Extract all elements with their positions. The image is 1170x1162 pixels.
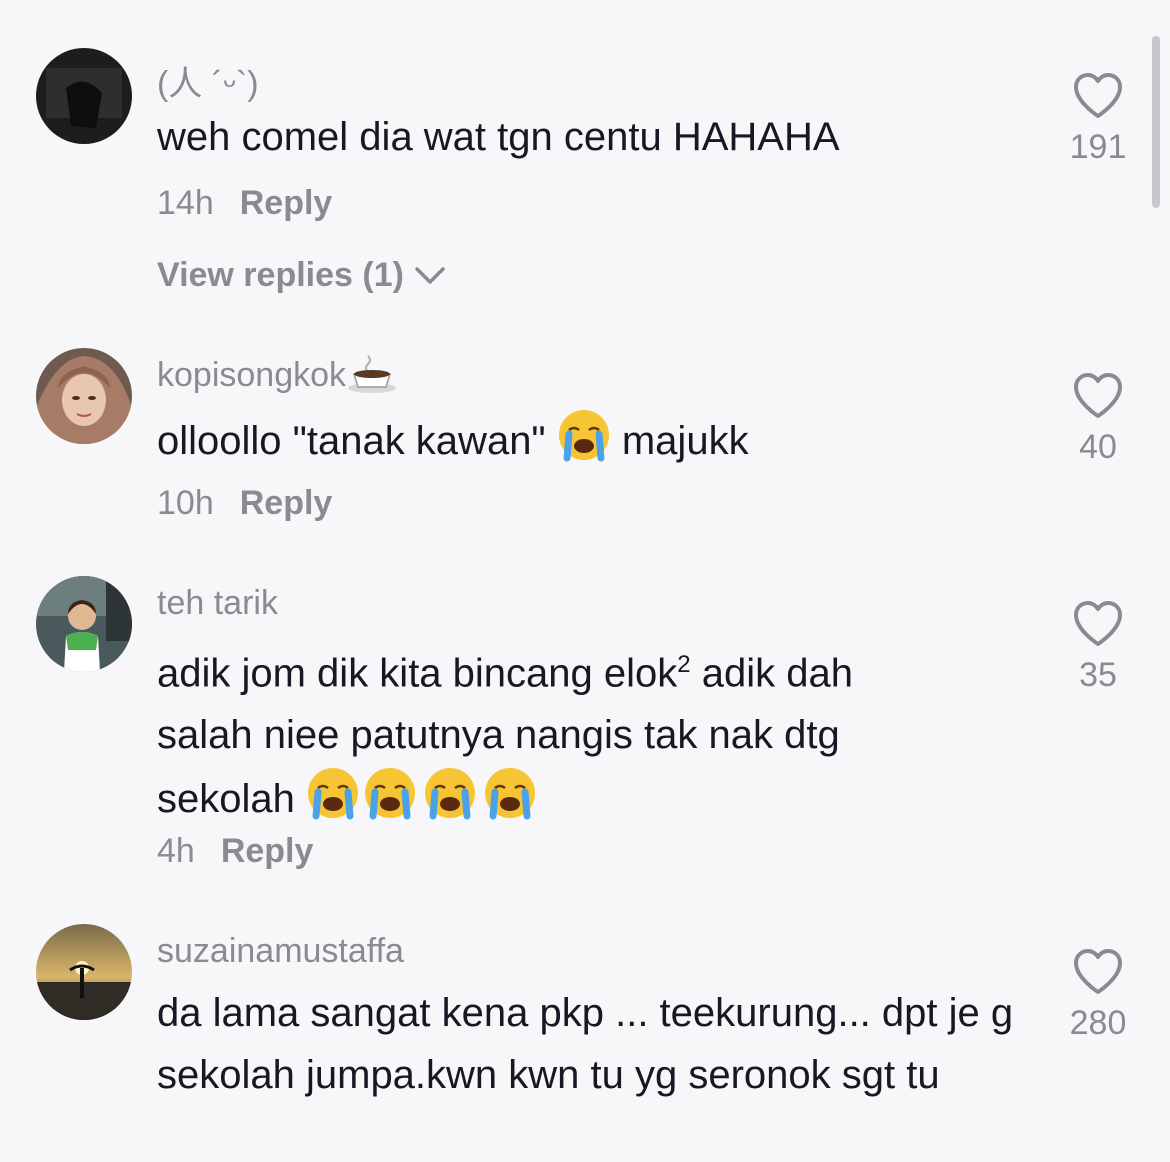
avatar[interactable] (36, 576, 132, 672)
reply-button[interactable]: Reply (240, 484, 333, 522)
comment-username[interactable]: kopisongkok (157, 354, 398, 395)
crying-face-emoji (364, 768, 415, 820)
crying-face-emoji (424, 768, 475, 820)
like-count: 280 (1069, 1004, 1127, 1042)
like-button[interactable]: 35 (1055, 600, 1141, 695)
coffee-cup-icon (348, 355, 397, 393)
heart-icon (1074, 373, 1122, 418)
avatar[interactable] (36, 924, 132, 1020)
comment-username[interactable]: (人 ´ᵕ`) (157, 56, 259, 105)
comment-text-line: sekolah (157, 766, 1037, 830)
avatar[interactable] (36, 348, 132, 444)
comment-meta: 14h Reply (157, 184, 332, 223)
scrollbar[interactable] (1152, 36, 1160, 208)
comment-time: 14h (157, 184, 214, 222)
comment-text-line: salah niee patutnya nangis tak nak dtg (157, 713, 840, 758)
comment-username[interactable]: teh tarik (157, 584, 278, 623)
like-button[interactable]: 191 (1055, 72, 1141, 167)
avatar[interactable] (36, 48, 132, 144)
comment-time: 4h (157, 832, 195, 870)
crying-face-emoji (484, 768, 535, 820)
comment-text: olloollo "tanak kawan" majukk (157, 408, 1037, 472)
chevron-down-icon (415, 266, 445, 284)
like-count: 191 (1069, 128, 1127, 166)
heart-icon (1074, 601, 1122, 646)
comment-username[interactable]: suzainamustaffa (157, 932, 404, 971)
comment-text: adik jom dik kita bincang elok2 adik dah… (157, 634, 1037, 830)
comment-text: da lama sangat kena pkp ... teekurung...… (157, 991, 1014, 1097)
heart-icon (1074, 949, 1122, 994)
reply-button[interactable]: Reply (240, 184, 333, 222)
comment-meta: 10h Reply (157, 484, 332, 523)
comment-text: weh comel dia wat tgn centu HAHAHA (157, 115, 840, 159)
comment-time: 10h (157, 484, 214, 522)
comment-meta: 4h Reply (157, 832, 313, 871)
view-replies-label: View replies (1) (157, 256, 404, 294)
crying-face-emoji (307, 768, 358, 820)
like-button[interactable]: 40 (1055, 372, 1141, 467)
like-button[interactable]: 280 (1055, 948, 1141, 1043)
crying-face-emoji (558, 410, 609, 462)
view-replies-button[interactable]: View replies (1) (157, 256, 446, 295)
reply-button[interactable]: Reply (221, 832, 314, 870)
heart-icon (1074, 73, 1122, 118)
like-count: 35 (1079, 656, 1117, 694)
comment-text-line: adik jom dik kita bincang elok2 adik dah (157, 651, 853, 696)
like-count: 40 (1079, 428, 1117, 466)
